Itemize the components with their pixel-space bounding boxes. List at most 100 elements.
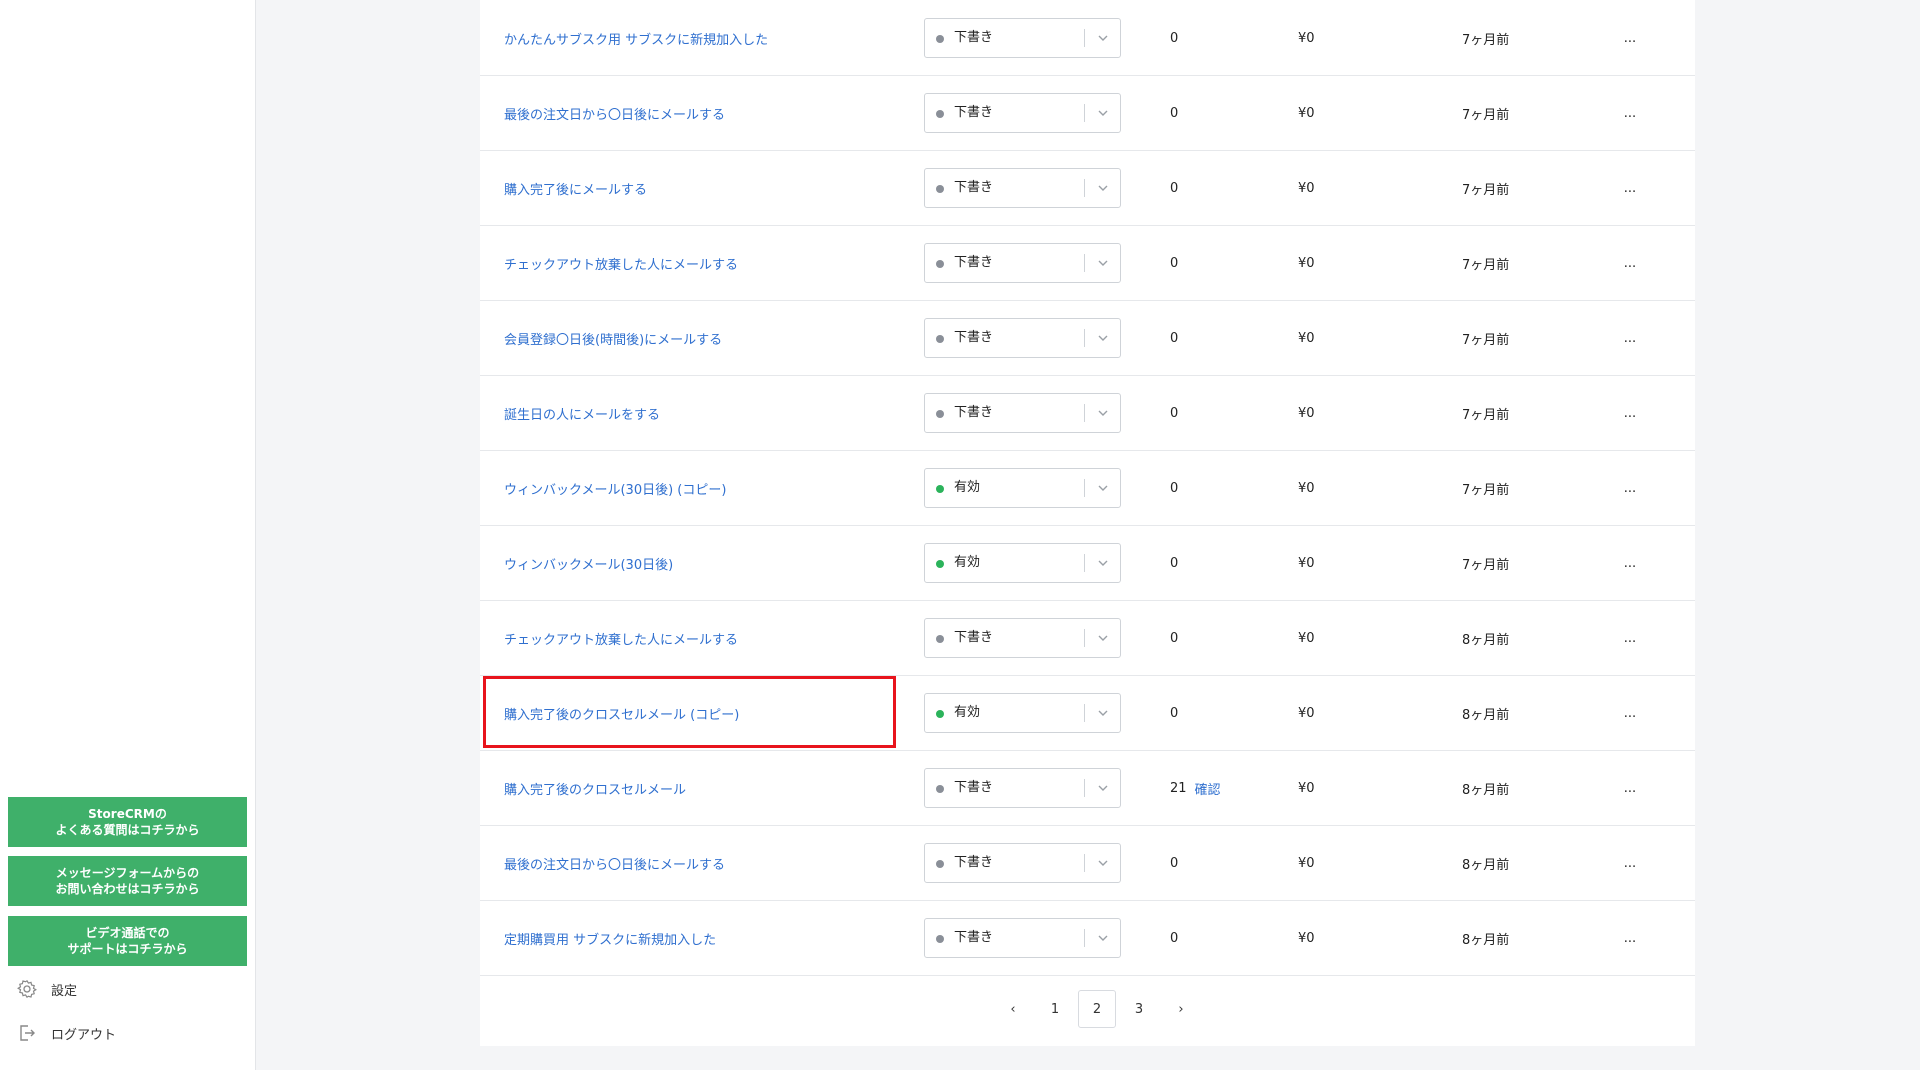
status-label: 下書き	[954, 255, 994, 270]
status-label: 下書き	[954, 30, 994, 45]
revenue-value: ¥0	[1298, 405, 1315, 421]
contact-form-button[interactable]: メッセージフォームからの お問い合わせはコチラから	[8, 856, 247, 906]
status-select[interactable]: 下書き	[924, 168, 1121, 208]
campaign-name-link[interactable]: ウィンバックメール(30日後) (コピー)	[504, 451, 726, 525]
more-actions-button[interactable]: ...	[1620, 751, 1640, 825]
updated-time: 7ヶ月前	[1462, 332, 1510, 348]
updated-time: 8ヶ月前	[1462, 782, 1510, 798]
count-value: 0	[1170, 705, 1179, 721]
campaign-name-link[interactable]: 最後の注文日から〇日後にメールする	[504, 826, 725, 900]
chevron-down-icon	[1093, 628, 1113, 648]
chevron-down-icon	[1093, 478, 1113, 498]
revenue-value: ¥0	[1298, 30, 1315, 46]
settings-link[interactable]: 設定	[16, 974, 77, 1004]
recipient-count: 0	[1170, 601, 1178, 675]
select-divider	[1084, 704, 1085, 722]
revenue-value: ¥0	[1298, 630, 1315, 646]
status-dot-icon	[936, 260, 944, 268]
table-row: 購入完了後にメールする 下書き 0 ¥0 7ヶ月前...	[480, 151, 1695, 226]
status-label: 下書き	[954, 330, 994, 345]
status-dot-icon	[936, 335, 944, 343]
updated-time: 7ヶ月前	[1462, 32, 1510, 48]
more-actions-button[interactable]: ...	[1620, 601, 1640, 675]
settings-label: 設定	[51, 983, 78, 999]
campaign-name-link[interactable]: 購入完了後のクロスセルメール	[504, 751, 686, 825]
table-row: 定期購買用 サブスクに新規加入した 下書き 0 ¥0 8ヶ月前...	[480, 901, 1695, 976]
count-value: 0	[1170, 930, 1179, 946]
faq-button[interactable]: StoreCRMの よくある質問はコチラから	[8, 797, 247, 847]
chevron-down-icon	[1093, 403, 1113, 423]
revenue-value: ¥0	[1298, 105, 1315, 121]
status-select[interactable]: 有効	[924, 468, 1121, 508]
revenue-value: ¥0	[1298, 480, 1315, 496]
chevron-down-icon	[1093, 28, 1113, 48]
next-page-button[interactable]: ›	[1162, 990, 1200, 1028]
status-select[interactable]: 下書き	[924, 843, 1121, 883]
more-actions-button[interactable]: ...	[1620, 376, 1640, 450]
campaign-name-link[interactable]: 会員登録〇日後(時間後)にメールする	[504, 301, 722, 375]
more-actions-button[interactable]: ...	[1620, 76, 1640, 150]
status-select[interactable]: 下書き	[924, 243, 1121, 283]
count-value: 0	[1170, 255, 1179, 271]
revenue-value: ¥0	[1298, 705, 1315, 721]
more-actions-button[interactable]: ...	[1620, 676, 1640, 750]
status-select[interactable]: 下書き	[924, 393, 1121, 433]
select-divider	[1084, 554, 1085, 572]
revenue-value: ¥0	[1298, 855, 1315, 871]
campaign-name-link[interactable]: 誕生日の人にメールをする	[504, 376, 660, 450]
campaign-name-link[interactable]: 購入完了後にメールする	[504, 151, 647, 225]
status-select[interactable]: 有効	[924, 693, 1121, 733]
status-select[interactable]: 下書き	[924, 768, 1121, 808]
status-dot-icon	[936, 860, 944, 868]
logout-link[interactable]: ログアウト	[16, 1018, 116, 1048]
table-row: 最後の注文日から〇日後にメールする 下書き 0 ¥0 8ヶ月前...	[480, 826, 1695, 901]
table-row: チェックアウト放棄した人にメールする 下書き 0 ¥0 7ヶ月前...	[480, 226, 1695, 301]
select-divider	[1084, 929, 1085, 947]
select-divider	[1084, 29, 1085, 47]
more-actions-button[interactable]: ...	[1620, 226, 1640, 300]
more-actions-button[interactable]: ...	[1620, 901, 1640, 975]
table-row: 会員登録〇日後(時間後)にメールする 下書き 0 ¥0 7ヶ月前...	[480, 301, 1695, 376]
revenue-value: ¥0	[1298, 255, 1315, 271]
page-2-button[interactable]: 2	[1078, 990, 1116, 1028]
status-select[interactable]: 下書き	[924, 93, 1121, 133]
status-select[interactable]: 下書き	[924, 918, 1121, 958]
status-select[interactable]: 下書き	[924, 318, 1121, 358]
more-actions-button[interactable]: ...	[1620, 301, 1640, 375]
table-row: 購入完了後のクロスセルメール 下書き 21 確認 ¥0 8ヶ月前...	[480, 751, 1695, 826]
more-actions-button[interactable]: ...	[1620, 1, 1640, 75]
more-actions-button[interactable]: ...	[1620, 451, 1640, 525]
revenue-value: ¥0	[1298, 930, 1315, 946]
page-1-button[interactable]: 1	[1036, 990, 1074, 1028]
status-label: 下書き	[954, 630, 994, 645]
status-dot-icon	[936, 635, 944, 643]
status-dot-icon	[936, 185, 944, 193]
more-actions-button[interactable]: ...	[1620, 151, 1640, 225]
updated-time: 8ヶ月前	[1462, 707, 1510, 723]
campaign-name-link[interactable]: ウィンバックメール(30日後)	[504, 526, 673, 600]
count-value: 0	[1170, 180, 1179, 196]
page-3-button[interactable]: 3	[1120, 990, 1158, 1028]
status-label: 下書き	[954, 105, 994, 120]
prev-page-button[interactable]: ‹	[994, 990, 1032, 1028]
campaign-name-link[interactable]: チェックアウト放棄した人にメールする	[504, 601, 738, 675]
status-select[interactable]: 下書き	[924, 18, 1121, 58]
count-value: 0	[1170, 405, 1179, 421]
campaign-name-link[interactable]: かんたんサブスク用 サブスクに新規加入した	[504, 1, 768, 75]
select-divider	[1084, 629, 1085, 647]
campaign-name-link[interactable]: 最後の注文日から〇日後にメールする	[504, 76, 725, 150]
more-actions-button[interactable]: ...	[1620, 826, 1640, 900]
recipient-count: 0	[1170, 151, 1178, 225]
campaign-name-link[interactable]: 定期購買用 サブスクに新規加入した	[504, 901, 716, 975]
confirm-link[interactable]: 確認	[1195, 779, 1221, 798]
status-select[interactable]: 有効	[924, 543, 1121, 583]
more-actions-button[interactable]: ...	[1620, 526, 1640, 600]
status-select[interactable]: 下書き	[924, 618, 1121, 658]
select-divider	[1084, 779, 1085, 797]
recipient-count: 0	[1170, 226, 1178, 300]
status-label: 下書き	[954, 780, 994, 795]
status-dot-icon	[936, 35, 944, 43]
campaign-name-link[interactable]: チェックアウト放棄した人にメールする	[504, 226, 738, 300]
campaign-name-link[interactable]: 購入完了後のクロスセルメール (コピー)	[504, 676, 739, 750]
video-support-button[interactable]: ビデオ通話での サポートはコチラから	[8, 916, 247, 966]
